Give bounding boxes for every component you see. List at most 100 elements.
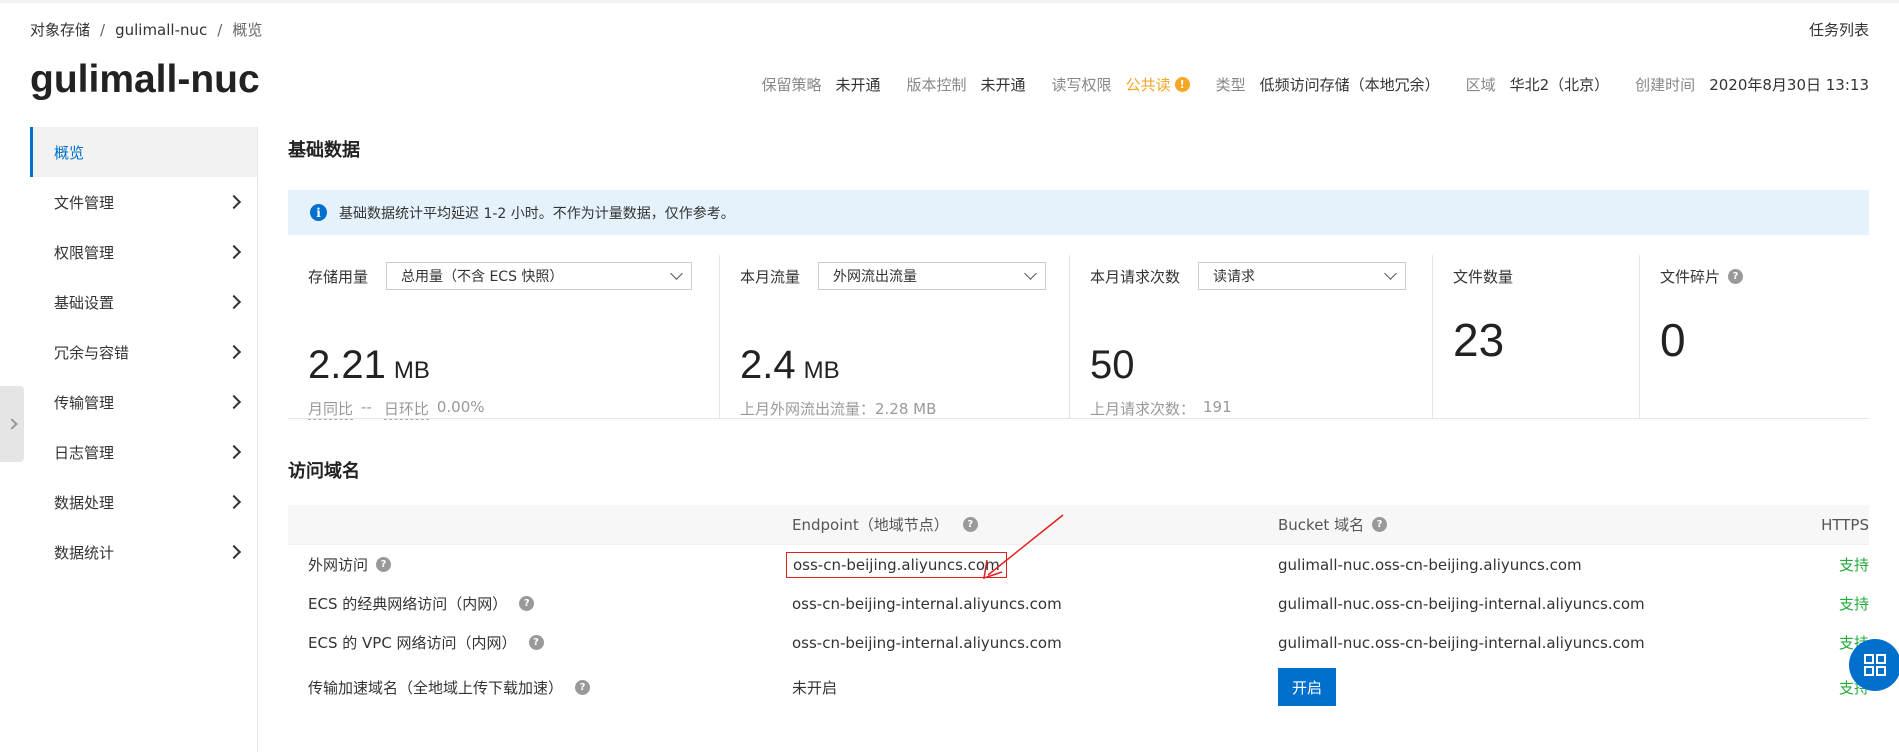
row-name-text: 传输加速域名（全地域上传下载加速） <box>308 678 564 697</box>
mom-value: -- <box>361 398 372 416</box>
enable-acceleration-button[interactable]: 开启 <box>1278 668 1337 706</box>
traffic-value: 2.4 MB <box>740 343 840 388</box>
sidebar-item-overview[interactable]: 概览 <box>30 127 257 177</box>
sidebar-item-basic-settings[interactable]: 基础设置 <box>30 277 257 327</box>
help-icon[interactable]: ? <box>1728 268 1744 284</box>
help-icon[interactable]: ? <box>962 517 978 532</box>
storage-value: 2.21 MB <box>308 343 430 388</box>
traffic-select[interactable]: 外网流出流量 <box>818 262 1047 290</box>
sidebar: 概览 文件管理 权限管理 基础设置 冗余与容错 传输管理 日志管理 数据处理 数… <box>30 127 258 752</box>
help-icon[interactable]: ? <box>575 679 591 695</box>
chevron-right-icon <box>226 294 242 310</box>
row-name: ECS 的 VPC 网络访问（内网） ? <box>288 632 792 653</box>
storage-select-value: 总用量（不含 ECS 快照） <box>401 269 564 285</box>
row-name: 传输加速域名（全地域上传下载加速） ? <box>288 677 792 698</box>
help-icon[interactable]: ? <box>1372 517 1388 532</box>
fragments-value: 0 <box>1660 313 1686 367</box>
basic-data-title: 基础数据 <box>288 140 360 161</box>
help-icon[interactable]: ? <box>519 596 535 611</box>
dod-value: 0.00% <box>436 398 485 416</box>
sidebar-item-redundancy[interactable]: 冗余与容错 <box>30 327 257 377</box>
sidebar-expand-tab[interactable] <box>0 386 24 462</box>
traffic-number: 2.4 <box>740 343 796 387</box>
sidebar-item-label: 传输管理 <box>54 393 115 412</box>
traffic-label: 本月流量 <box>740 267 801 286</box>
sidebar-item-logs[interactable]: 日志管理 <box>30 427 257 477</box>
sidebar-item-label: 概览 <box>54 143 85 162</box>
fragments-label: 文件碎片 <box>1660 267 1721 286</box>
versioning-value: 未开通 <box>980 76 1026 94</box>
created-label: 创建时间 <box>1635 76 1696 94</box>
requests-select[interactable]: 读请求 <box>1198 262 1407 290</box>
chevron-right-icon <box>226 344 242 360</box>
files-label: 文件数量 <box>1453 267 1514 286</box>
row-bucket-domain[interactable]: gulimall-nuc.oss-cn-beijing.aliyuncs.com <box>1278 556 1788 574</box>
sidebar-item-label: 数据处理 <box>54 493 115 512</box>
header-endpoint-label: Endpoint（地域节点） <box>792 516 949 534</box>
traffic-stat: 本月流量 外网流出流量 2.4 MB 上月外网流出流量：2.28 MB <box>720 255 1070 419</box>
files-value: 23 <box>1453 313 1504 367</box>
row-endpoint[interactable]: oss-cn-beijing-internal.aliyuncs.com <box>792 634 1278 652</box>
row-bucket-domain[interactable]: gulimall-nuc.oss-cn-beijing-internal.ali… <box>1278 634 1788 652</box>
table-row: 外网访问 ? oss-cn-beijing.aliyuncs.com gulim… <box>288 545 1869 584</box>
sidebar-item-label: 基础设置 <box>54 293 115 312</box>
retention-value: 未开通 <box>835 76 881 94</box>
warning-icon[interactable]: ! <box>1174 77 1190 92</box>
sidebar-item-files[interactable]: 文件管理 <box>30 177 257 227</box>
requests-sub-value: 191 <box>1203 398 1232 416</box>
task-list-link[interactable]: 任务列表 <box>1809 19 1869 40</box>
row-name-text: 外网访问 <box>308 556 369 574</box>
row-endpoint[interactable]: oss-cn-beijing-internal.aliyuncs.com <box>792 595 1278 613</box>
chevron-down-icon <box>1024 267 1037 280</box>
chevron-right-icon <box>226 494 242 510</box>
chevron-right-icon <box>226 544 242 560</box>
main-content: 基础数据 i 基础数据统计平均延迟 1-2 小时。不作为计量数据，仅作参考。 存… <box>288 127 1869 712</box>
sidebar-item-permissions[interactable]: 权限管理 <box>30 227 257 277</box>
row-name: ECS 的经典网络访问（内网） ? <box>288 593 792 614</box>
files-stat: 文件数量 23 <box>1433 255 1640 419</box>
versioning-label: 版本控制 <box>906 76 967 94</box>
breadcrumb-separator: / <box>100 20 106 39</box>
requests-head: 本月请求次数 读请求 <box>1090 262 1412 290</box>
endpoint-highlighted[interactable]: oss-cn-beijing.aliyuncs.com <box>786 551 1007 578</box>
breadcrumb-current: 概览 <box>232 21 263 39</box>
row-name: 外网访问 ? <box>288 554 792 575</box>
acl-value[interactable]: 公共读 ! <box>1126 74 1190 95</box>
requests-label: 本月请求次数 <box>1090 267 1181 286</box>
acl-label: 读写权限 <box>1051 76 1112 94</box>
row-bucket-domain: 开启 <box>1278 668 1788 706</box>
row-name-text: ECS 的 VPC 网络访问（内网） <box>308 634 517 652</box>
storage-unit: MB <box>393 357 430 384</box>
storage-select[interactable]: 总用量（不含 ECS 快照） <box>386 262 693 290</box>
row-https: 支持 <box>1838 556 1869 574</box>
domains-section: 访问域名 Endpoint（地域节点） ? Bucket 域名 ? HTTPS … <box>288 457 1869 712</box>
fragments-number: 0 <box>1660 314 1686 366</box>
traffic-select-value: 外网流出流量 <box>833 269 918 285</box>
sidebar-item-statistics[interactable]: 数据统计 <box>30 527 257 577</box>
row-bucket-domain[interactable]: gulimall-nuc.oss-cn-beijing-internal.ali… <box>1278 595 1788 613</box>
info-notice-text: 基础数据统计平均延迟 1-2 小时。不作为计量数据，仅作参考。 <box>339 205 735 222</box>
chevron-down-icon <box>670 267 683 280</box>
table-row: ECS 的经典网络访问（内网） ? oss-cn-beijing-interna… <box>288 584 1869 623</box>
breadcrumb-oss[interactable]: 对象存储 <box>30 19 90 40</box>
fragments-stat: 文件碎片 ? 0 <box>1640 255 1869 419</box>
breadcrumb-bucket[interactable]: gulimall-nuc <box>115 21 207 39</box>
type-label: 类型 <box>1215 76 1246 94</box>
sidebar-item-data-processing[interactable]: 数据处理 <box>30 477 257 527</box>
row-endpoint: 未开启 <box>792 678 838 697</box>
dod-label: 日环比 <box>383 400 429 420</box>
top-divider <box>0 0 1899 3</box>
help-icon[interactable]: ? <box>376 557 392 572</box>
header-bucket-domain-label: Bucket 域名 <box>1278 516 1365 534</box>
retention-label: 保留策略 <box>761 76 822 94</box>
chevron-right-icon <box>226 444 242 460</box>
sidebar-item-transfer[interactable]: 传输管理 <box>30 377 257 427</box>
floating-apps-button[interactable] <box>1849 639 1899 691</box>
traffic-unit: MB <box>803 357 840 384</box>
table-row: ECS 的 VPC 网络访问（内网） ? oss-cn-beijing-inte… <box>288 623 1869 662</box>
help-icon[interactable]: ? <box>528 635 544 650</box>
chevron-right-icon <box>226 394 242 410</box>
acl-value-text: 公共读 <box>1125 76 1171 94</box>
breadcrumb-separator: / <box>217 20 223 39</box>
requests-select-value: 读请求 <box>1213 269 1256 285</box>
